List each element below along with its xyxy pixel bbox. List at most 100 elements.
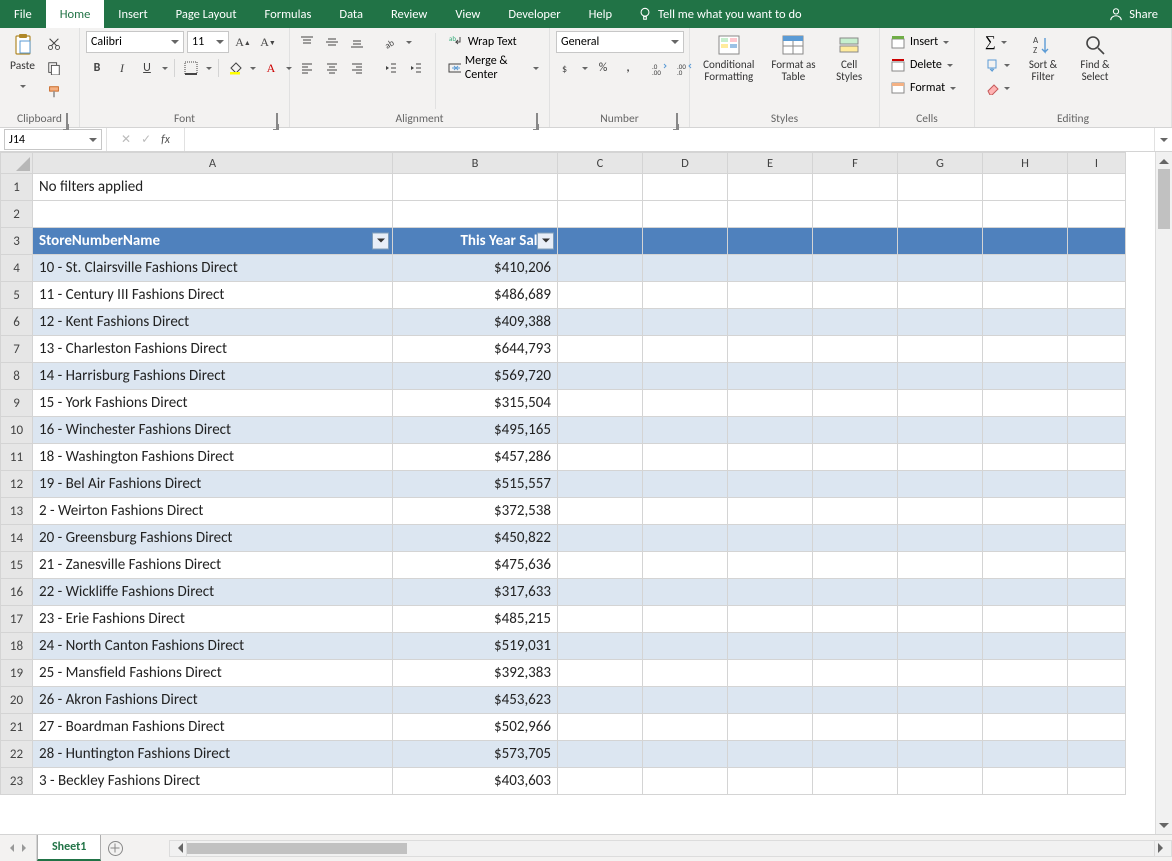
col-header-B[interactable]: B <box>393 153 558 174</box>
font-color-button[interactable]: A <box>260 57 282 79</box>
font-size-select[interactable]: 11 <box>187 31 229 53</box>
cell-D11[interactable] <box>643 444 728 471</box>
cell-C17[interactable] <box>558 606 643 633</box>
cell-D21[interactable] <box>643 714 728 741</box>
cell-H20[interactable] <box>983 687 1068 714</box>
cell-C21[interactable] <box>558 714 643 741</box>
autosum-button[interactable]: ∑ <box>981 31 1015 53</box>
row-header-19[interactable]: 19 <box>1 660 33 687</box>
cell-C19[interactable] <box>558 660 643 687</box>
cell-G12[interactable] <box>898 471 983 498</box>
cell-A8[interactable]: 14 - Harrisburg Fashions Direct <box>33 363 393 390</box>
cell-E10[interactable] <box>728 417 813 444</box>
fill-dd[interactable] <box>1003 54 1011 76</box>
ribbon-tab-page-layout[interactable]: Page Layout <box>162 0 251 28</box>
cell-B11[interactable]: $457,286 <box>393 444 558 471</box>
row-header-10[interactable]: 10 <box>1 417 33 444</box>
cell-F10[interactable] <box>813 417 898 444</box>
row-header-13[interactable]: 13 <box>1 498 33 525</box>
cell-A19[interactable]: 25 - Mansfield Fashions Direct <box>33 660 393 687</box>
cell-I22[interactable] <box>1068 741 1126 768</box>
cell-F15[interactable] <box>813 552 898 579</box>
cell-C4[interactable] <box>558 255 643 282</box>
insert-dd[interactable] <box>942 31 950 53</box>
cell-B22[interactable]: $573,705 <box>393 741 558 768</box>
cell-H16[interactable] <box>983 579 1068 606</box>
cell-C15[interactable] <box>558 552 643 579</box>
row-header-9[interactable]: 9 <box>1 390 33 417</box>
insert-cells-button[interactable]: Insert <box>886 31 954 53</box>
cell-I19[interactable] <box>1068 660 1126 687</box>
cell-I5[interactable] <box>1068 282 1126 309</box>
col-header-C[interactable]: C <box>558 153 643 174</box>
cell-B15[interactable]: $475,636 <box>393 552 558 579</box>
row-header-22[interactable]: 22 <box>1 741 33 768</box>
align-left-button[interactable] <box>296 57 318 79</box>
sort-filter-button[interactable]: AZ Sort & Filter <box>1019 31 1067 85</box>
cell-H8[interactable] <box>983 363 1068 390</box>
cell-C13[interactable] <box>558 498 643 525</box>
cell-B21[interactable]: $502,966 <box>393 714 558 741</box>
cell-F18[interactable] <box>813 633 898 660</box>
cell-H17[interactable] <box>983 606 1068 633</box>
cell-D1[interactable] <box>643 174 728 201</box>
cell-A1[interactable]: No filters applied <box>33 174 393 201</box>
cell-C2[interactable] <box>558 201 643 228</box>
cell-A16[interactable]: 22 - Wickliffe Fashions Direct <box>33 579 393 606</box>
cell-F12[interactable] <box>813 471 898 498</box>
row-header-18[interactable]: 18 <box>1 633 33 660</box>
filter-button[interactable] <box>372 233 389 250</box>
cell-E15[interactable] <box>728 552 813 579</box>
cell-B7[interactable]: $644,793 <box>393 336 558 363</box>
share-button[interactable]: Share <box>1095 0 1172 28</box>
cell-I14[interactable] <box>1068 525 1126 552</box>
cell-C22[interactable] <box>558 741 643 768</box>
cell-A20[interactable]: 26 - Akron Fashions Direct <box>33 687 393 714</box>
cell-I15[interactable] <box>1068 552 1126 579</box>
cell-C10[interactable] <box>558 417 643 444</box>
cell-G2[interactable] <box>898 201 983 228</box>
cell-D2[interactable] <box>643 201 728 228</box>
cell-B1[interactable] <box>393 174 558 201</box>
cell-C18[interactable] <box>558 633 643 660</box>
cell-E6[interactable] <box>728 309 813 336</box>
scroll-left-arrow[interactable] <box>170 841 187 856</box>
cell-A23[interactable]: 3 - Beckley Fashions Direct <box>33 768 393 795</box>
format-as-table-button[interactable]: Format as Table <box>766 31 822 85</box>
align-mid-button[interactable] <box>321 31 343 53</box>
scroll-down-arrow[interactable] <box>1156 817 1172 834</box>
cell-E7[interactable] <box>728 336 813 363</box>
cell-D15[interactable] <box>643 552 728 579</box>
cell-H13[interactable] <box>983 498 1068 525</box>
cell-H21[interactable] <box>983 714 1068 741</box>
cell-H14[interactable] <box>983 525 1068 552</box>
alignment-launcher[interactable] <box>531 114 543 126</box>
cell-B4[interactable]: $410,206 <box>393 255 558 282</box>
cell-C3[interactable] <box>558 228 643 255</box>
cell-A13[interactable]: 2 - Weirton Fashions Direct <box>33 498 393 525</box>
cell-I7[interactable] <box>1068 336 1126 363</box>
cell-H11[interactable] <box>983 444 1068 471</box>
orientation-button[interactable]: ab <box>380 31 402 53</box>
cell-H12[interactable] <box>983 471 1068 498</box>
cell-B9[interactable]: $315,504 <box>393 390 558 417</box>
cell-E12[interactable] <box>728 471 813 498</box>
cell-H7[interactable] <box>983 336 1068 363</box>
row-header-20[interactable]: 20 <box>1 687 33 714</box>
cell-B6[interactable]: $409,388 <box>393 309 558 336</box>
cell-D14[interactable] <box>643 525 728 552</box>
font-name-select[interactable]: Calibri <box>86 31 184 53</box>
cell-H6[interactable] <box>983 309 1068 336</box>
row-header-11[interactable]: 11 <box>1 444 33 471</box>
cell-B3[interactable]: This Year Sales <box>393 228 558 255</box>
cell-D17[interactable] <box>643 606 728 633</box>
decrease-font-button[interactable]: A▼ <box>257 31 279 53</box>
cell-E16[interactable] <box>728 579 813 606</box>
col-header-F[interactable]: F <box>813 153 898 174</box>
cell-F3[interactable] <box>813 228 898 255</box>
scroll-up-arrow[interactable] <box>1156 152 1172 169</box>
underline-button[interactable]: U <box>136 57 158 79</box>
cell-A3[interactable]: StoreNumberName <box>33 228 393 255</box>
fill-button[interactable] <box>981 54 1015 76</box>
cell-G3[interactable] <box>898 228 983 255</box>
